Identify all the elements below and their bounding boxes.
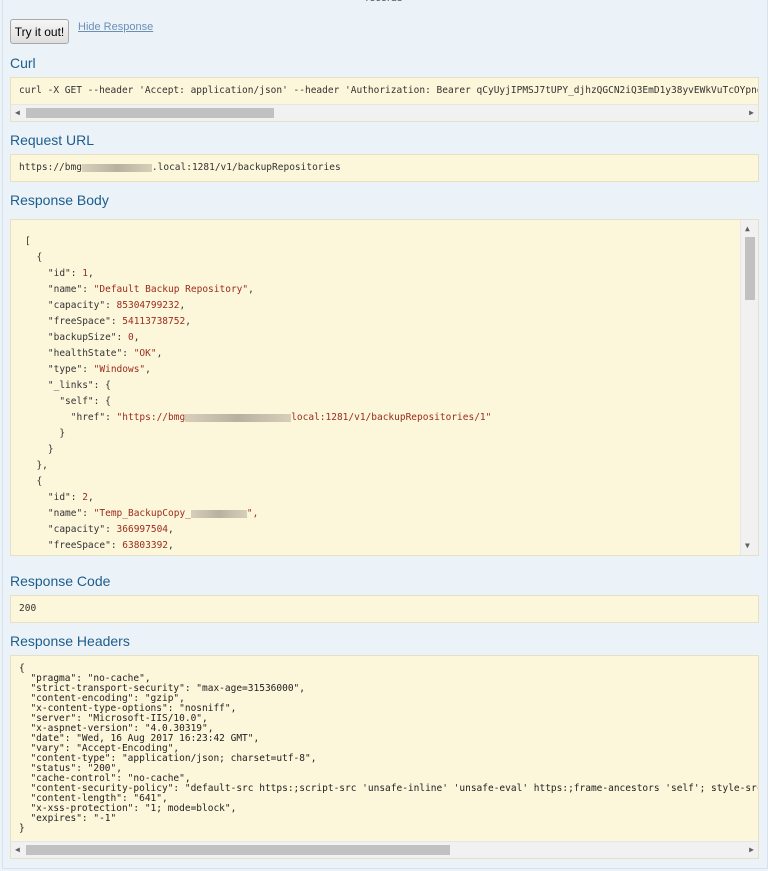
scroll-down-icon[interactable]: ▼ (745, 541, 750, 551)
header-line: "x-xss-protection": "1; mode=block", (19, 803, 237, 814)
header-line: "content-type": "application/json; chars… (19, 753, 317, 764)
response-headers-title: Response Headers (10, 633, 130, 649)
response-headers-json: { "pragma": "no-cache", "strict-transpor… (19, 664, 758, 834)
response-body-json: [ { "id": 1, "name": "Default Backup Rep… (25, 236, 492, 551)
try-it-out-button[interactable]: Try it out! (10, 19, 69, 44)
request-url-title: Request URL (10, 132, 95, 148)
scroll-left-icon[interactable]: ◀ (15, 108, 20, 118)
curl-scrollbar[interactable]: ◀ ▶ (11, 104, 758, 121)
scroll-left-icon[interactable]: ◀ (15, 845, 20, 855)
headers-scrollbar[interactable]: ◀ ▶ (11, 841, 758, 858)
response-body-box: [ { "id": 1, "name": "Default Backup Rep… (10, 219, 759, 556)
curl-command: curl -X GET --header 'Accept: applicatio… (19, 85, 759, 96)
curl-box: curl -X GET --header 'Accept: applicatio… (10, 77, 759, 122)
scroll-thumb[interactable] (26, 108, 274, 118)
response-body-scrollbar[interactable]: ▲ ▼ (740, 220, 758, 555)
header-line: "expires": "-1" (19, 813, 117, 824)
response-headers-box: { "pragma": "no-cache", "strict-transpor… (10, 655, 759, 859)
curl-title: Curl (10, 55, 36, 71)
cut-off-heading: records (0, 0, 768, 4)
request-url-box: https://bmg .local:1281/v1/backupReposito… (10, 154, 759, 182)
scroll-thumb[interactable] (745, 237, 755, 300)
response-code-box: 200 (10, 595, 759, 623)
hide-response-link[interactable]: Hide Response (78, 21, 153, 33)
header-line: } (19, 823, 25, 834)
scroll-up-icon[interactable]: ▲ (745, 224, 750, 234)
scroll-right-icon[interactable]: ▶ (749, 108, 754, 118)
scroll-thumb[interactable] (26, 845, 450, 855)
response-code-value: 200 (19, 603, 37, 614)
request-url-value: https://bmg .local:1281/v1/backupReposito… (19, 162, 341, 173)
response-code-title: Response Code (10, 573, 111, 589)
response-body-title: Response Body (10, 192, 109, 208)
scroll-right-icon[interactable]: ▶ (749, 845, 754, 855)
